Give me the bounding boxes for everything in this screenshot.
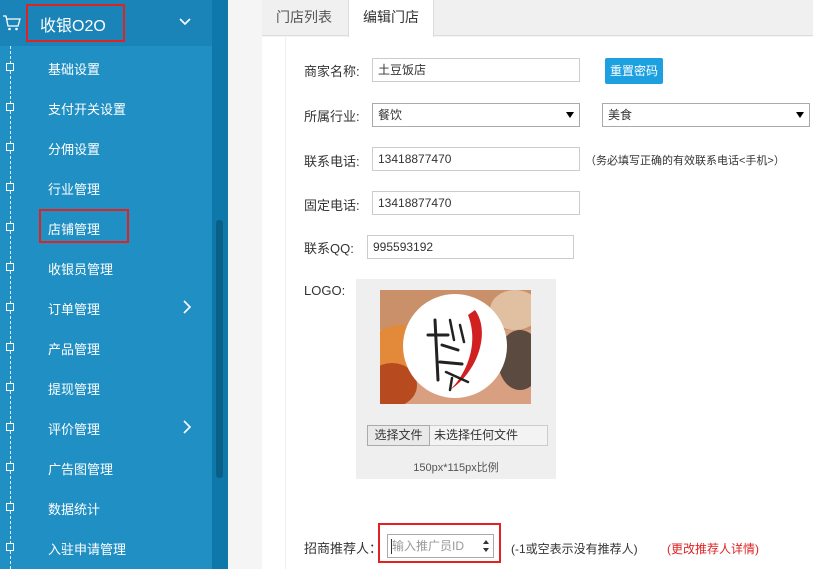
tab-edit-store[interactable]: 编辑门店 bbox=[348, 0, 434, 37]
file-status-text: 未选择任何文件 bbox=[430, 425, 548, 446]
tree-node-icon bbox=[6, 503, 14, 511]
tree-node-icon bbox=[6, 303, 14, 311]
dropdown-arrow-icon bbox=[796, 112, 804, 118]
referrer-label: 招商推荐人： bbox=[304, 541, 383, 556]
chevron-right-icon bbox=[183, 300, 192, 314]
logo-size-hint: 150px*115px比例 bbox=[413, 462, 499, 474]
industry-label: 所属行业: bbox=[304, 109, 360, 124]
industry-primary-select[interactable]: 餐饮 bbox=[372, 103, 580, 127]
referrer-id-input[interactable]: 输入推广员ID bbox=[387, 534, 494, 558]
phone-hint: （务必填写正确的有效联系电话<手机>） bbox=[585, 155, 785, 167]
cart-icon bbox=[3, 15, 21, 31]
referrer-detail-link[interactable]: (更改推荐人详情) bbox=[667, 540, 759, 557]
tree-node-icon bbox=[6, 223, 14, 231]
sidebar-item-statistics[interactable]: 数据统计 bbox=[0, 487, 212, 527]
chevron-down-icon[interactable] bbox=[179, 17, 191, 27]
phone-label: 联系电话: bbox=[304, 154, 360, 169]
tree-node-icon bbox=[6, 543, 14, 551]
sidebar-item-label: 店铺管理 bbox=[48, 222, 101, 237]
tree-node-icon bbox=[6, 183, 14, 191]
sidebar-item-label: 分佣设置 bbox=[48, 142, 101, 157]
landline-label: 固定电话: bbox=[304, 198, 360, 213]
chevron-right-icon bbox=[183, 420, 192, 434]
sidebar-item-label: 收银员管理 bbox=[48, 262, 114, 277]
tree-node-icon bbox=[6, 143, 14, 151]
tree-node-icon bbox=[6, 463, 14, 471]
tab-store-list[interactable]: 门店列表 bbox=[262, 0, 346, 36]
sidebar-item-commission[interactable]: 分佣设置 bbox=[0, 127, 212, 167]
sidebar-item-label: 广告图管理 bbox=[48, 462, 114, 477]
sidebar-item-label: 提现管理 bbox=[48, 382, 101, 397]
sidebar-item-label: 订单管理 bbox=[48, 302, 101, 317]
qq-input[interactable]: 995593192 bbox=[367, 235, 574, 259]
sidebar-item-ad-images[interactable]: 广告图管理 bbox=[0, 447, 212, 487]
text-cursor bbox=[391, 539, 392, 554]
sidebar-item-orders[interactable]: 订单管理 bbox=[0, 287, 212, 327]
industry-secondary-select[interactable]: 美食 bbox=[602, 103, 810, 127]
landline-input[interactable]: 13418877470 bbox=[372, 191, 580, 215]
reset-password-button[interactable]: 重置密码 bbox=[605, 58, 663, 84]
tree-node-icon bbox=[6, 343, 14, 351]
sidebar-item-label: 产品管理 bbox=[48, 342, 101, 357]
qq-label: 联系QQ: bbox=[304, 241, 354, 256]
sidebar-header[interactable]: 收银O2O bbox=[0, 0, 212, 46]
sidebar-item-label: 基础设置 bbox=[48, 62, 101, 77]
sidebar-item-payment-switch[interactable]: 支付开关设置 bbox=[0, 87, 212, 127]
logo-label: LOGO: bbox=[304, 283, 346, 298]
merchant-name-input[interactable]: 土豆饭店 bbox=[372, 58, 580, 82]
phone-input[interactable]: 13418877470 bbox=[372, 147, 580, 171]
spinner-icon[interactable] bbox=[482, 539, 490, 553]
tree-node-icon bbox=[6, 103, 14, 111]
tree-node-icon bbox=[6, 263, 14, 271]
dropdown-arrow-icon bbox=[566, 112, 574, 118]
sidebar-item-reviews[interactable]: 评价管理 bbox=[0, 407, 212, 447]
sidebar-item-label: 行业管理 bbox=[48, 182, 101, 197]
scrollbar-thumb[interactable] bbox=[216, 220, 223, 478]
sidebar-item-label: 支付开关设置 bbox=[48, 102, 127, 117]
sidebar-item-basic-settings[interactable]: 基础设置 bbox=[0, 47, 212, 87]
industry-secondary-value: 美食 bbox=[608, 108, 633, 122]
referrer-placeholder: 输入推广员ID bbox=[392, 539, 465, 553]
sidebar-title: 收银O2O bbox=[40, 18, 106, 35]
sidebar-item-label: 评价管理 bbox=[48, 422, 101, 437]
sidebar-item-store-management[interactable]: 店铺管理 bbox=[0, 207, 212, 247]
store-logo-image bbox=[380, 290, 531, 404]
industry-primary-value: 餐饮 bbox=[378, 108, 403, 122]
merchant-name-label: 商家名称: bbox=[304, 64, 360, 79]
sidebar-item-label: 数据统计 bbox=[48, 502, 101, 517]
tree-node-icon bbox=[6, 423, 14, 431]
sidebar-item-withdrawal[interactable]: 提现管理 bbox=[0, 367, 212, 407]
tree-node-icon bbox=[6, 63, 14, 71]
sidebar-item-applications[interactable]: 入驻申请管理 bbox=[0, 527, 212, 567]
choose-file-button[interactable]: 选择文件 bbox=[367, 425, 430, 446]
referrer-hint: (-1或空表示没有推荐人) bbox=[511, 542, 638, 556]
sidebar-item-industry[interactable]: 行业管理 bbox=[0, 167, 212, 207]
sidebar-item-label: 入驻申请管理 bbox=[48, 542, 127, 557]
sidebar-item-products[interactable]: 产品管理 bbox=[0, 327, 212, 367]
sidebar-item-cashier[interactable]: 收银员管理 bbox=[0, 247, 212, 287]
tree-node-icon bbox=[6, 383, 14, 391]
